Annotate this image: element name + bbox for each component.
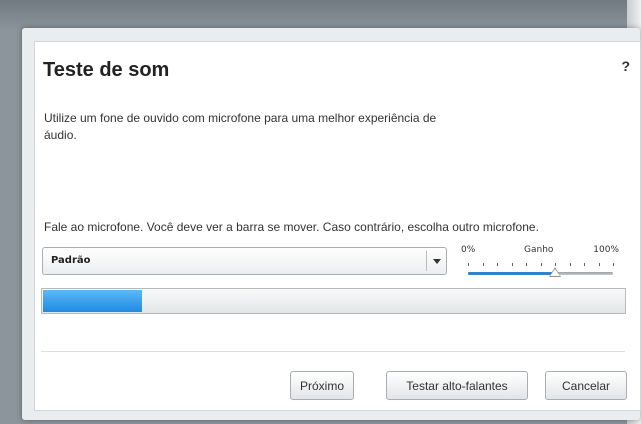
sound-test-dialog: Teste de som ? Utilize um fone de ouvido… (34, 41, 641, 411)
gain-tick (598, 263, 600, 266)
gain-track-fill (468, 272, 555, 275)
gain-tick (511, 263, 513, 266)
gain-max-label: 100% (593, 245, 619, 255)
dialog-title: Teste de som (43, 59, 170, 81)
next-button[interactable]: Próximo (290, 371, 354, 400)
gain-tick (540, 263, 542, 266)
gain-tick (497, 263, 498, 266)
intro-text: Utilize um fone de ouvido com microfone … (44, 111, 437, 142)
background-window-strip (0, 0, 641, 30)
headset-illustration (455, 109, 633, 206)
gain-tick (584, 263, 585, 266)
test-speakers-button[interactable]: Testar alto-falantes (386, 371, 528, 400)
gain-tick (468, 263, 469, 266)
cancel-button[interactable]: Cancelar (545, 371, 627, 400)
gain-min-label: 0% (461, 245, 476, 255)
footer-divider (41, 351, 625, 352)
gain-tick (555, 263, 556, 266)
microphone-select[interactable]: Padrão (42, 247, 447, 275)
gain-label: Ganho (524, 245, 554, 255)
instruction-text: Fale ao microfone. Você deve ver a barra… (44, 220, 539, 234)
gain-track[interactable] (468, 272, 613, 275)
mic-level-meter (41, 288, 626, 314)
microphone-select-value: Padrão (51, 255, 91, 266)
gain-tick (613, 263, 614, 266)
mic-level-fill (43, 290, 142, 312)
gain-tick (569, 263, 571, 266)
gain-thumb[interactable] (549, 267, 561, 277)
gain-tick (526, 263, 527, 266)
select-divider (426, 251, 427, 271)
chevron-down-icon[interactable] (433, 259, 441, 264)
help-button[interactable]: ? (621, 58, 630, 74)
gain-slider[interactable]: 0% Ganho 100% (461, 245, 621, 281)
gain-tick (482, 263, 484, 266)
sound-test-dialog-frame: Teste de som ? Utilize um fone de ouvido… (22, 28, 641, 420)
